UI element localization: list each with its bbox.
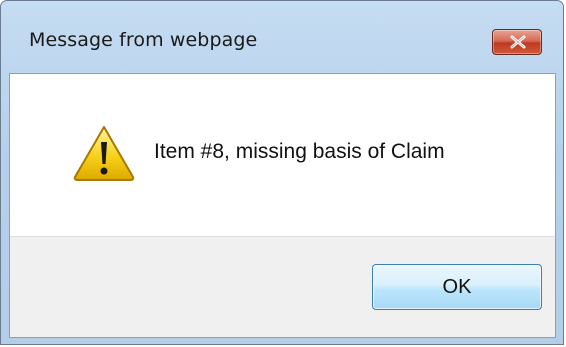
close-icon <box>510 35 526 49</box>
warning-icon <box>73 126 135 181</box>
dialog-title: Message from webpage <box>29 29 258 51</box>
dialog-client-area: Item #8, missing basis of Claim OK <box>9 73 556 338</box>
message-dialog: Message from webpage Item #8, missing ba… <box>0 0 564 345</box>
message-text: Item #8, missing basis of Claim <box>154 140 445 163</box>
ok-button[interactable]: OK <box>372 264 542 310</box>
title-bar[interactable]: Message from webpage <box>1 1 563 73</box>
button-bar: OK <box>10 236 555 337</box>
message-area: Item #8, missing basis of Claim <box>10 74 555 236</box>
close-button[interactable] <box>492 29 542 55</box>
